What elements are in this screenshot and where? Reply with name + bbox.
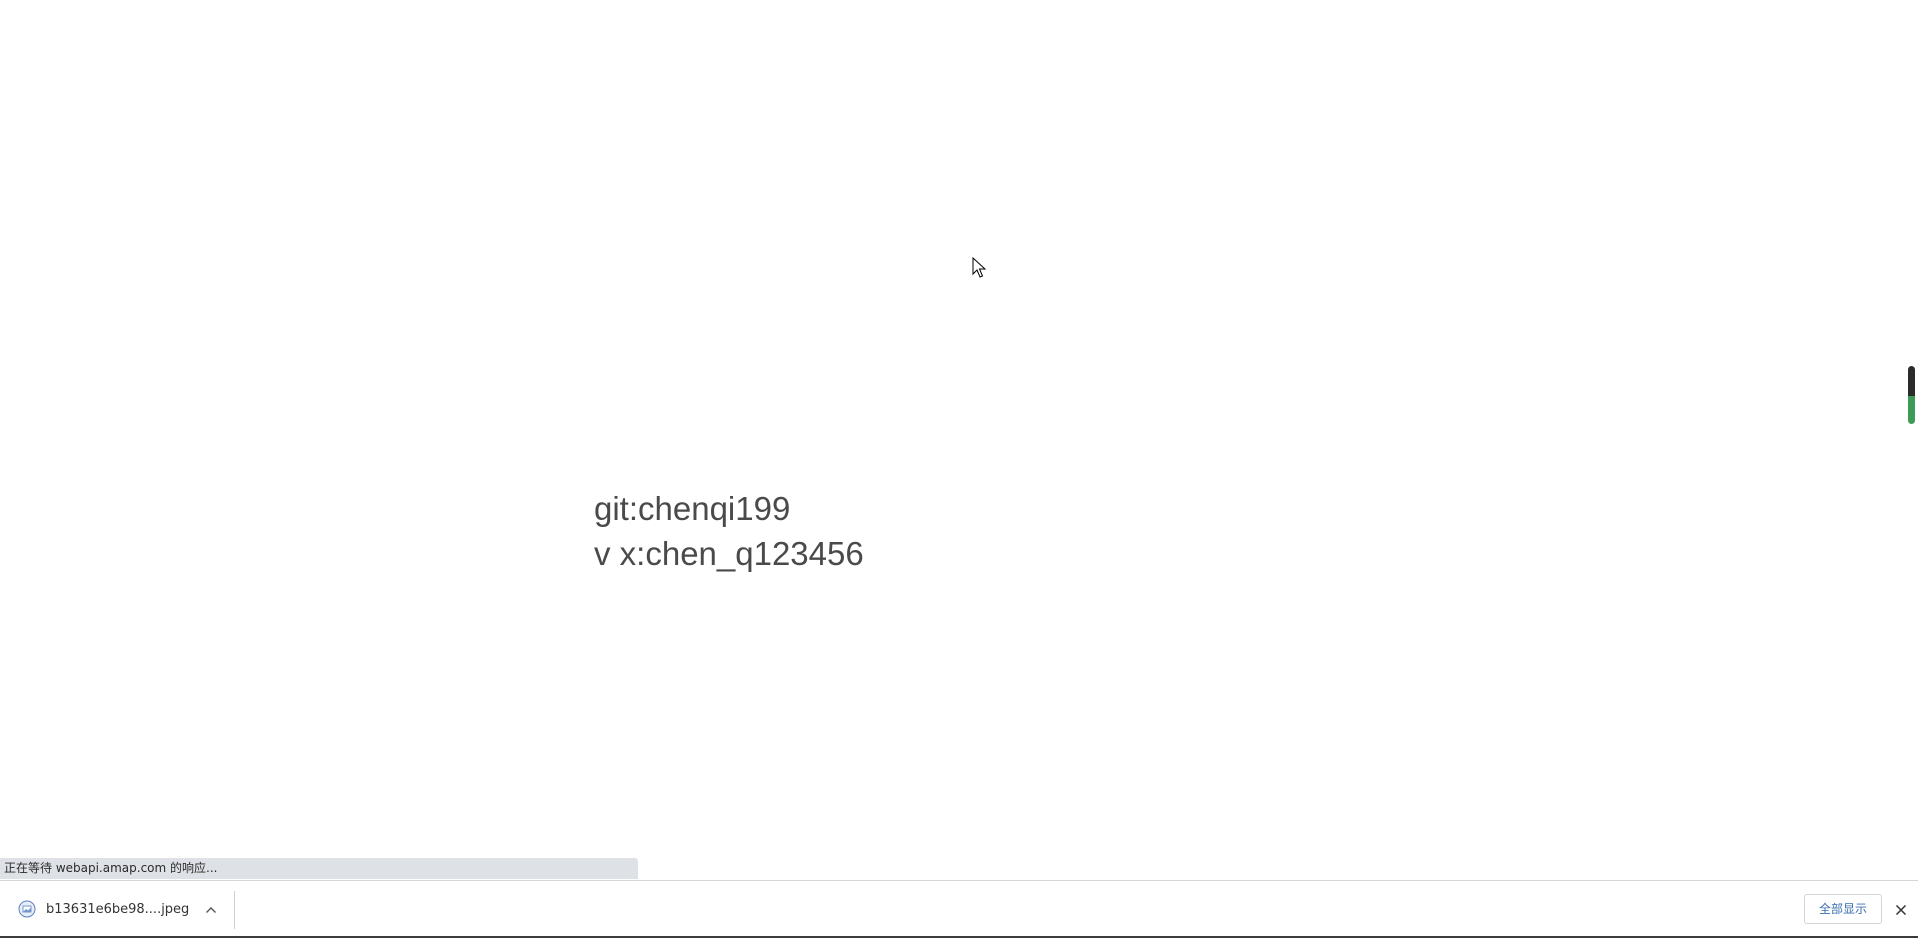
download-file-name: b13631e6be98....jpeg (46, 901, 190, 917)
download-shelf: b13631e6be98....jpeg 全部显示 (0, 880, 1918, 938)
image-file-icon (18, 900, 36, 918)
shelf-divider (234, 891, 235, 929)
download-options-button[interactable] (200, 899, 222, 921)
close-shelf-button[interactable] (1890, 899, 1912, 921)
page-viewport: git:chenqi199 v x:chen_q123456 (0, 0, 1918, 880)
close-icon (1895, 904, 1907, 916)
scrollbar-thumb[interactable] (1908, 366, 1915, 424)
git-handle-text: git:chenqi199 (594, 490, 791, 527)
page-content: git:chenqi199 v x:chen_q123456 (594, 486, 864, 576)
show-all-button[interactable]: 全部显示 (1804, 894, 1882, 924)
wechat-id-text: v x:chen_q123456 (594, 535, 864, 572)
download-item[interactable]: b13631e6be98....jpeg (0, 881, 234, 937)
status-bubble: 正在等待 webapi.amap.com 的响应... (0, 858, 638, 879)
mouse-pointer-icon (972, 257, 986, 278)
chevron-up-icon (206, 907, 216, 913)
